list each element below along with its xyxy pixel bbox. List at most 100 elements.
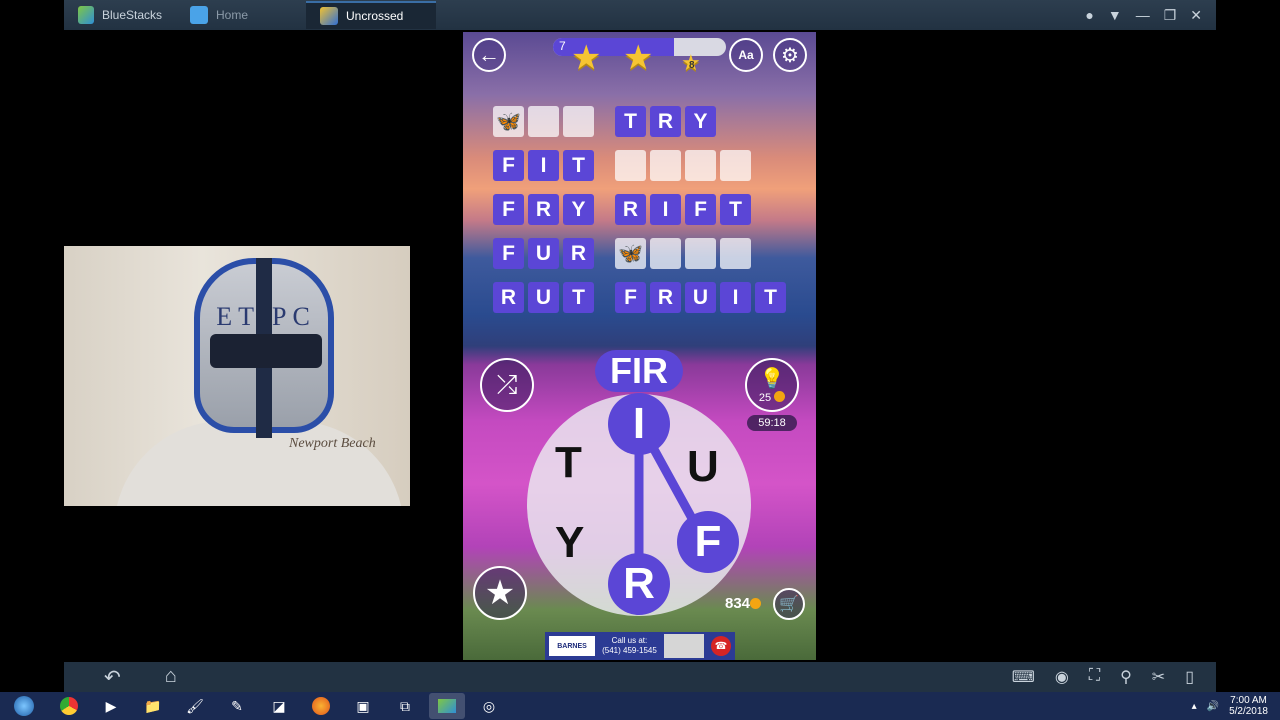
obs-icon[interactable]: ◎ xyxy=(471,693,507,719)
restore-button[interactable]: ❐ xyxy=(1164,7,1177,24)
file-explorer-icon[interactable]: 📁 xyxy=(135,693,171,719)
rotate-device-icon[interactable]: ▯ xyxy=(1185,667,1194,687)
webcam-overlay: ET PC Newport Beach xyxy=(64,246,410,506)
menu-dropdown-icon[interactable]: ▼ xyxy=(1108,7,1122,24)
shuffle-icon: ⤮ xyxy=(496,369,518,399)
butterfly-icon: 🦋 xyxy=(618,243,643,265)
wheel-letter-y[interactable]: Y xyxy=(555,518,584,568)
settings-button[interactable]: ⚙ xyxy=(773,38,807,72)
close-button[interactable]: ✕ xyxy=(1190,7,1202,24)
word-tile: R xyxy=(528,194,559,225)
word-tile xyxy=(528,106,559,137)
start-button[interactable] xyxy=(3,693,45,719)
level-number: 7 xyxy=(559,39,566,53)
minimize-button[interactable]: — xyxy=(1136,7,1150,24)
home-icon xyxy=(190,6,208,24)
word-tile xyxy=(563,106,594,137)
scissors-icon[interactable]: ✂ xyxy=(1152,667,1165,687)
shop-button[interactable]: 🛒 xyxy=(773,588,805,620)
word-tile: F xyxy=(615,282,646,313)
star-count-badge: 8 xyxy=(689,60,695,71)
word-tile: U xyxy=(528,282,559,313)
wheel-letter-u[interactable]: U xyxy=(687,442,719,492)
word-row-left-5: RUT xyxy=(493,282,594,313)
account-icon[interactable]: ● xyxy=(1085,7,1093,24)
word-tile: 🦋 xyxy=(493,106,524,137)
helmet-visor xyxy=(210,334,322,368)
keyboard-icon[interactable]: ⌨ xyxy=(1012,667,1035,687)
media-player-icon[interactable]: ▶ xyxy=(93,693,129,719)
helmet-text: ET PC xyxy=(216,302,316,331)
tab-uncrossed[interactable]: Uncrossed xyxy=(306,1,436,29)
star-icon: ★ xyxy=(484,574,516,612)
wheel-letter-r[interactable]: R xyxy=(608,553,670,615)
word-row-left-4: FUR xyxy=(493,238,594,269)
word-tile: F xyxy=(685,194,716,225)
bluestacks-taskbar-icon[interactable] xyxy=(429,693,465,719)
lightbulb-icon: 💡 xyxy=(759,368,785,390)
word-tile: T xyxy=(615,106,646,137)
word-tile: I xyxy=(720,282,751,313)
ad-call-text: Call us at: (541) 459-1545 xyxy=(602,636,657,655)
bluestacks-logo-icon xyxy=(78,6,94,24)
word-tile xyxy=(720,150,751,181)
gear-icon: ⚙ xyxy=(781,44,799,67)
app-icon[interactable]: ▣ xyxy=(345,693,381,719)
word-tile: F xyxy=(493,194,524,225)
volume-icon[interactable]: 🔊 xyxy=(1207,701,1219,712)
editor-icon[interactable]: ◪ xyxy=(261,693,297,719)
word-tile: R xyxy=(563,238,594,269)
back-button[interactable]: ← xyxy=(472,38,506,72)
ad-banner[interactable]: BARNES Call us at: (541) 459-1545 ☎ xyxy=(545,632,735,660)
word-tile: R xyxy=(615,194,646,225)
word-row-right-4: 🦋 xyxy=(615,238,751,269)
word-tile: Y xyxy=(685,106,716,137)
hint-button[interactable]: 💡 25 xyxy=(745,358,799,412)
coin-icon xyxy=(774,391,786,402)
word-row-left-2: FIT xyxy=(493,150,594,181)
phone-icon[interactable]: ☎ xyxy=(711,636,731,656)
chrome-icon[interactable] xyxy=(51,693,87,719)
tray-arrow-icon[interactable]: ▴ xyxy=(1192,701,1197,712)
back-nav-icon[interactable]: ↶ xyxy=(104,665,121,690)
location-pin-icon[interactable]: ⚲ xyxy=(1120,667,1132,687)
fullscreen-icon[interactable]: ⛶ xyxy=(1089,667,1100,687)
clock[interactable]: 7:00 AM 5/2/2018 xyxy=(1229,695,1268,717)
word-tile xyxy=(650,238,681,269)
wheel-letter-t[interactable]: T xyxy=(555,438,582,488)
wheel-letter-f[interactable]: F xyxy=(677,511,739,573)
game-screen: ← 7 ★ ★ ★ 8 Aa ⚙ 🦋 F I T F R Y F U R R U T T R Y R I F T 🦋 F… xyxy=(463,32,816,660)
bluestacks-app-tab[interactable]: BlueStacks xyxy=(64,1,176,29)
window-app-icon[interactable]: ⧉ xyxy=(387,693,423,719)
word-tile: F xyxy=(493,150,524,181)
word-tile: U xyxy=(528,238,559,269)
word-tile: Y xyxy=(563,194,594,225)
dictionary-button[interactable]: Aa xyxy=(729,38,763,72)
paint-icon[interactable]: 🖌 xyxy=(177,693,213,719)
shirt-text: Newport Beach xyxy=(289,436,376,451)
letter-wheel[interactable]: I T U Y F R xyxy=(527,393,751,616)
word-tile xyxy=(720,238,751,269)
desktop: BlueStacks Home Uncrossed ● ▼ — ❐ ✕ ET P… xyxy=(0,0,1280,720)
star-bonus-button[interactable]: ★ xyxy=(473,566,527,620)
tab-home[interactable]: Home xyxy=(176,1,306,29)
tab-uncrossed-label: Uncrossed xyxy=(346,9,404,23)
pencil-icon[interactable]: ✎ xyxy=(219,693,255,719)
eye-icon[interactable]: ◉ xyxy=(1055,667,1069,687)
word-row-right-1: TRY xyxy=(615,106,716,137)
word-tile: R xyxy=(493,282,524,313)
word-tile: 🦋 xyxy=(615,238,646,269)
wheel-letter-i[interactable]: I xyxy=(608,393,670,455)
coin-balance: 834 xyxy=(725,595,762,612)
word-tile: I xyxy=(528,150,559,181)
shuffle-button[interactable]: ⤮ xyxy=(480,358,534,412)
firefox-icon[interactable] xyxy=(303,693,339,719)
word-tile xyxy=(615,150,646,181)
word-row-left-1: 🦋 xyxy=(493,106,594,137)
home-nav-icon[interactable]: ⌂ xyxy=(165,665,177,690)
word-tile xyxy=(685,150,716,181)
tab-home-label: Home xyxy=(216,8,249,22)
word-row-left-3: FRY xyxy=(493,194,594,225)
word-row-right-2 xyxy=(615,150,751,181)
ad-product-image xyxy=(663,634,704,658)
